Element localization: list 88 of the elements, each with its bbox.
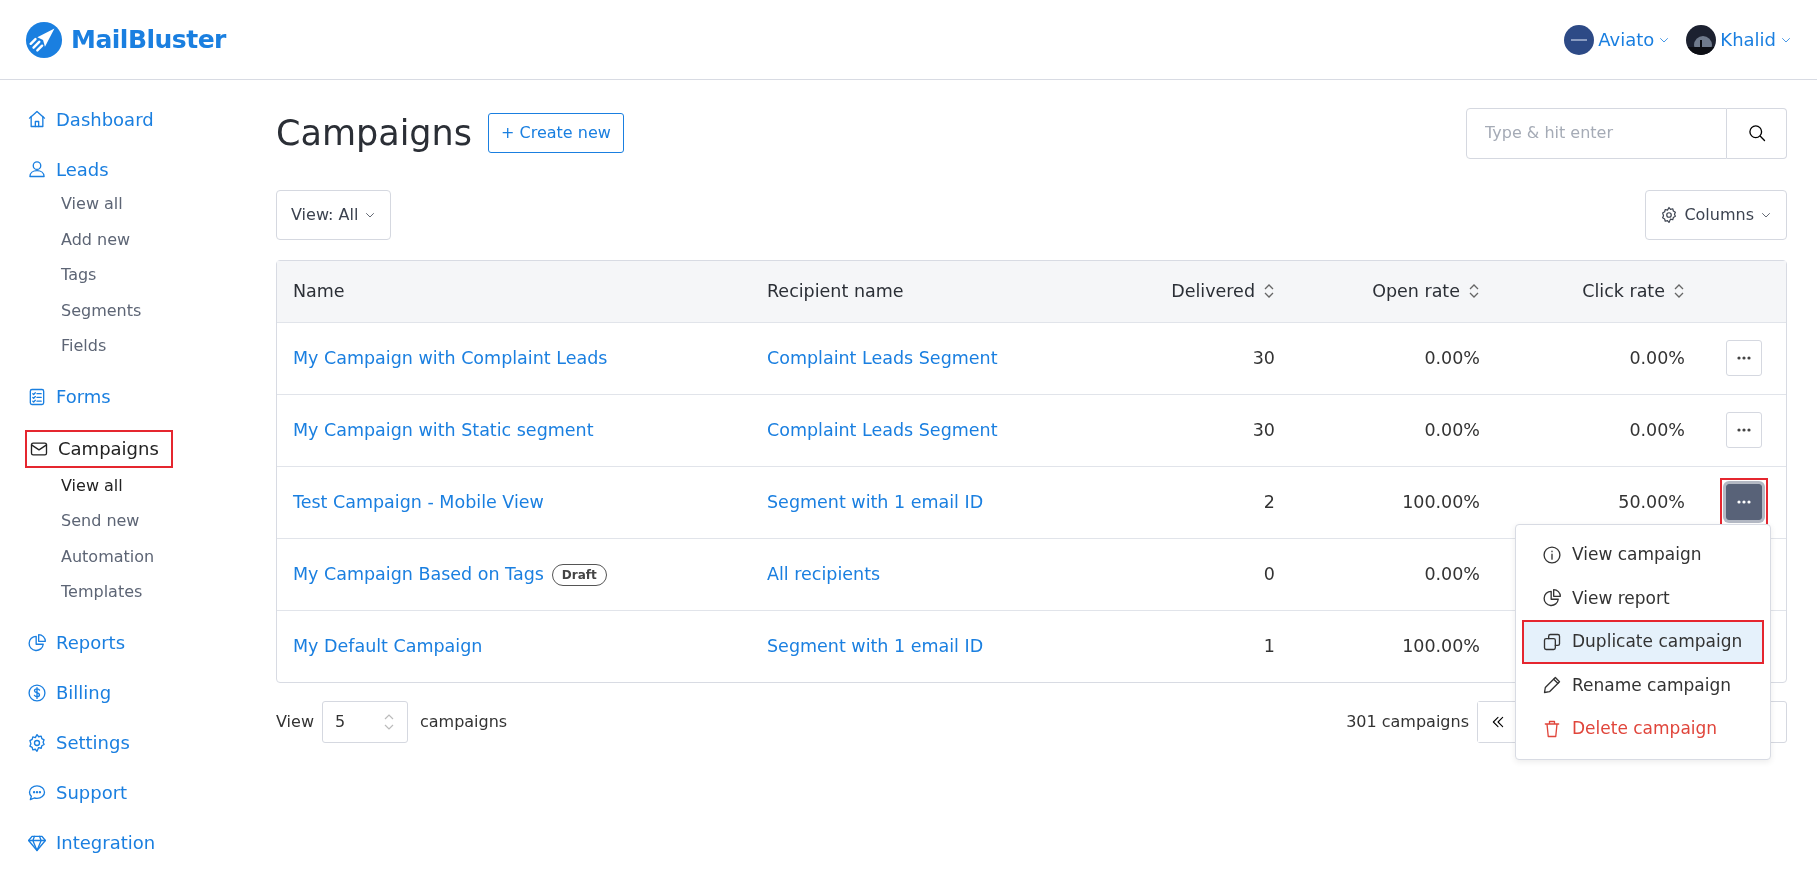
sidebar-subitem[interactable]: Add new (25, 221, 276, 257)
menu-item[interactable]: Rename campaign (1522, 663, 1764, 707)
table-cell: 0 (1263, 563, 1275, 584)
column-header: Open rate (1372, 281, 1460, 302)
account-menu[interactable]: Aviato (1564, 24, 1671, 55)
pie-chart-icon (27, 632, 47, 653)
table-cell: 0.00% (1424, 563, 1480, 584)
table-cell: 100.00% (1402, 636, 1480, 657)
copy-icon (1542, 631, 1562, 652)
recipient-link[interactable]: Complaint Leads Segment (767, 419, 998, 440)
campaign-link[interactable]: My Default Campaign (293, 636, 483, 657)
column-header: Name (293, 281, 345, 302)
table-cell: 30 (1252, 419, 1275, 440)
column-header: Recipient name (767, 281, 904, 302)
sidebar-subitem[interactable]: Fields (25, 328, 276, 364)
search-button[interactable] (1727, 107, 1787, 159)
stepper-icon[interactable] (382, 712, 395, 732)
search-icon (1746, 123, 1767, 143)
menu-item[interactable]: View campaign (1522, 533, 1764, 577)
account-menu[interactable]: Khalid (1686, 24, 1792, 55)
more-icon (1736, 356, 1751, 360)
more-icon (1736, 428, 1751, 432)
table-cell: 50.00% (1618, 491, 1685, 512)
view-filter-dropdown[interactable]: View: All (276, 190, 392, 240)
checklist-icon (27, 386, 47, 407)
dollar-icon (27, 682, 47, 703)
table-cell: 30 (1252, 347, 1275, 368)
column-header: Delivered (1171, 281, 1255, 302)
table-cell: 0.00% (1629, 419, 1685, 440)
sidebar-item[interactable]: Campaigns (25, 431, 171, 466)
sidebar-item[interactable]: Forms (23, 379, 276, 414)
brand-name: MailBluster (71, 23, 226, 56)
sidebar-subitem[interactable]: Automation (25, 538, 276, 574)
sidebar-item[interactable]: Support (23, 775, 276, 810)
menu-item[interactable]: View report (1522, 576, 1764, 620)
sidebar-subitem[interactable]: Tags (25, 257, 276, 293)
total-count: 301 campaigns (1346, 711, 1469, 733)
sort-icon[interactable] (1468, 283, 1480, 300)
table-cell: 0.00% (1424, 347, 1480, 368)
more-button[interactable] (1725, 484, 1762, 520)
table-cell: 1 (1263, 636, 1275, 657)
sidebar-item[interactable]: Leads (23, 152, 276, 186)
campaign-link[interactable]: Test Campaign - Mobile View (293, 491, 544, 512)
trash-icon (1542, 718, 1562, 739)
sidebar-item[interactable]: Billing (23, 675, 276, 710)
chat-icon (27, 782, 47, 803)
menu-item[interactable]: Delete campaign (1522, 707, 1764, 751)
sidebar-item[interactable]: Dashboard (23, 102, 276, 136)
sidebar-subitem[interactable]: View all (25, 186, 276, 222)
sidebar-item[interactable]: Integration (23, 825, 276, 860)
gear-icon (1660, 206, 1679, 224)
workspace-avatar (1564, 24, 1595, 55)
sidebar-subitem[interactable]: Send new (25, 503, 276, 539)
info-icon (1542, 544, 1562, 565)
sidebar-subitem[interactable]: Templates (25, 574, 276, 610)
table-cell: 2 (1263, 491, 1275, 512)
sidebar-item[interactable]: Reports (23, 625, 276, 660)
logo-icon (25, 20, 63, 59)
pencil-icon (1542, 675, 1562, 696)
campaign-link[interactable]: My Campaign with Static segment (293, 419, 594, 440)
search-field[interactable]: Type & hit enter (1466, 107, 1727, 159)
gear-icon (27, 732, 47, 753)
sidebar-subitem[interactable]: View all (25, 467, 276, 503)
home-icon (27, 109, 47, 129)
view-label: View (276, 711, 314, 733)
table-cell: 0.00% (1424, 419, 1480, 440)
user-icon (27, 159, 47, 179)
sort-icon[interactable] (1263, 283, 1275, 300)
menu-item[interactable]: Duplicate campaign (1522, 620, 1764, 664)
sidebar-subitem[interactable]: Segments (25, 292, 276, 328)
campaign-link[interactable]: My Campaign with Complaint Leads (293, 347, 608, 368)
table-cell: 0.00% (1629, 347, 1685, 368)
pie-chart-icon (1542, 588, 1562, 609)
columns-button[interactable]: Columns (1645, 190, 1787, 240)
campaign-link[interactable]: My Campaign Based on Tags (293, 563, 544, 584)
sort-icon[interactable] (1673, 283, 1685, 300)
recipient-link[interactable]: Segment with 1 email ID (767, 491, 984, 512)
more-icon (1736, 500, 1751, 504)
recipient-link[interactable]: Complaint Leads Segment (767, 347, 998, 368)
recipient-link[interactable]: All recipients (767, 563, 881, 584)
unit-label: campaigns (419, 711, 508, 733)
page-size-field[interactable]: 5 (321, 701, 408, 743)
sidebar-item[interactable]: Settings (23, 725, 276, 760)
table-cell: 100.00% (1402, 491, 1480, 512)
recipient-link[interactable]: Segment with 1 email ID (767, 636, 984, 657)
page-title: Campaigns (276, 112, 472, 154)
column-header: Click rate (1582, 281, 1665, 302)
create-button[interactable]: + Create new (488, 113, 624, 153)
